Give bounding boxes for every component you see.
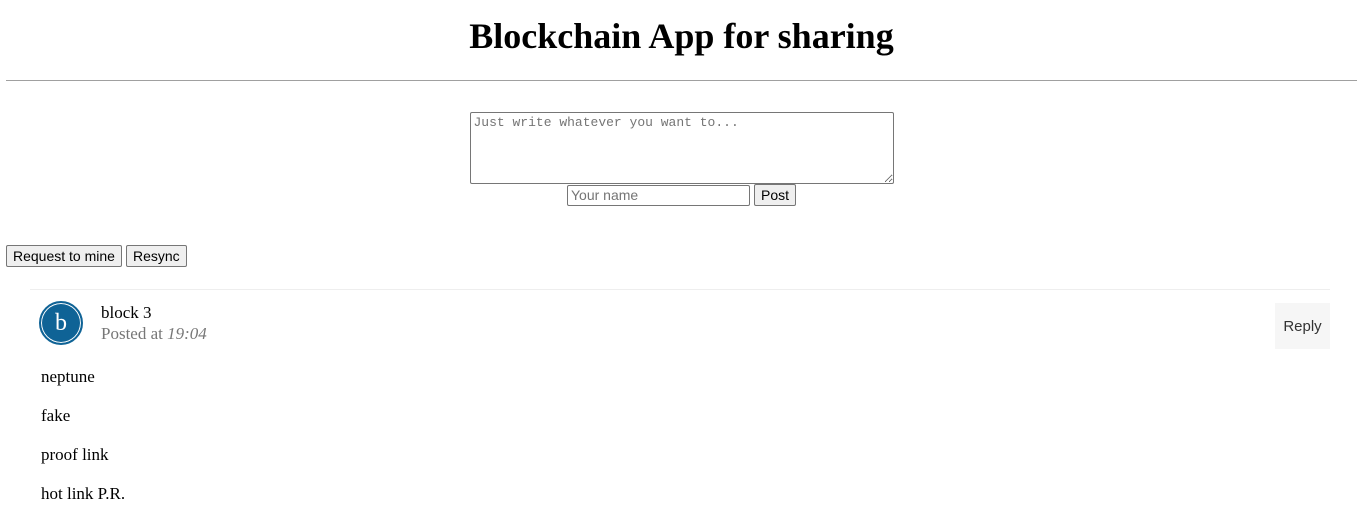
post-content: neptune fake proof link hot link P.R. [30, 367, 1330, 523]
request-to-mine-button[interactable]: Request to mine [6, 245, 122, 267]
post-line: proof link [41, 445, 109, 464]
post-line: fake [41, 406, 71, 425]
chain-actions: Request to mine Resync [6, 245, 1363, 267]
post-time: 19:04 [167, 324, 207, 343]
resync-button[interactable]: Resync [125, 245, 187, 267]
author-name-input[interactable] [566, 184, 750, 206]
post-form: Post [0, 112, 1363, 206]
post-button[interactable]: Post [753, 184, 796, 206]
post-content-textarea[interactable] [469, 112, 894, 184]
post-timestamp: Posted at 19:04 [101, 323, 207, 344]
post-author: block 3 [101, 303, 152, 322]
post-line: hot link P.R. [41, 484, 126, 503]
reply-button[interactable]: Reply [1275, 303, 1330, 349]
posted-prefix: Posted at [101, 324, 163, 343]
post-card: b block 3 Posted at 19:04 Reply neptune … [30, 289, 1330, 523]
avatar: b [39, 301, 83, 345]
page-title: Blockchain App for sharing [469, 16, 894, 56]
header-divider [6, 80, 1357, 81]
post-line: neptune [41, 367, 95, 386]
